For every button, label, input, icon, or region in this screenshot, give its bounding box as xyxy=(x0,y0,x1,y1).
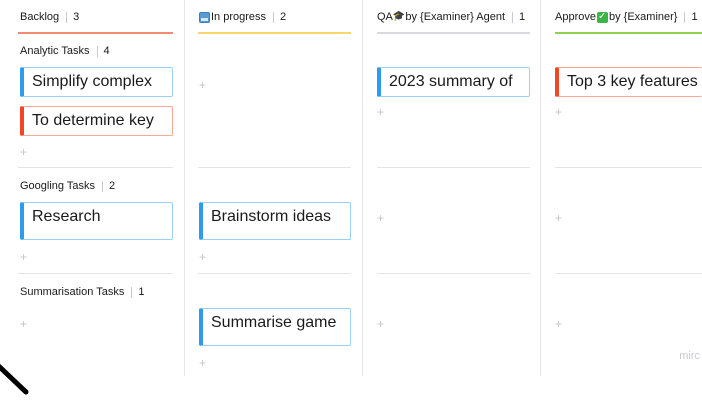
column-title: Approve xyxy=(555,11,596,23)
column-divider xyxy=(362,0,363,376)
swimlane-separator xyxy=(377,167,530,168)
column-header-in-progress[interactable]: In progress 2 xyxy=(198,9,286,25)
swimlane-count: 2 xyxy=(109,180,116,192)
swimlane-separator xyxy=(18,273,173,274)
column-underline xyxy=(377,32,530,34)
divider xyxy=(512,11,514,23)
column-header-approve[interactable]: Approve by {Examiner} 1 xyxy=(555,9,698,25)
inbox-icon xyxy=(199,11,210,23)
column-underline xyxy=(198,32,351,34)
swimlane-separator xyxy=(377,273,530,274)
add-card-plus-icon[interactable]: + xyxy=(199,251,206,263)
swimlane-count: 1 xyxy=(138,286,145,298)
add-card-plus-icon[interactable]: + xyxy=(20,318,27,330)
add-card-plus-icon[interactable]: + xyxy=(199,357,206,369)
column-count: 3 xyxy=(73,11,80,23)
column-divider xyxy=(184,0,185,376)
card-summarise[interactable]: Summarise game xyxy=(199,308,351,346)
graduate-icon: 🎓 xyxy=(392,11,406,22)
card-simplify[interactable]: Simplify complex xyxy=(20,67,173,97)
divider xyxy=(66,11,68,23)
column-count: 1 xyxy=(519,11,526,23)
swimlane-title: Analytic Tasks xyxy=(20,45,90,57)
add-card-plus-icon[interactable]: + xyxy=(377,106,384,118)
add-card-plus-icon[interactable]: + xyxy=(555,318,562,330)
column-divider xyxy=(540,0,541,376)
swimlane-separator xyxy=(18,167,173,168)
divider xyxy=(131,286,133,298)
add-card-plus-icon[interactable]: + xyxy=(199,79,206,91)
add-card-plus-icon[interactable]: + xyxy=(555,106,562,118)
column-title: Backlog xyxy=(20,11,60,23)
column-title-suffix: by {Examiner} Agent xyxy=(405,11,506,23)
swimlane-label-googling[interactable]: Googling Tasks 2 xyxy=(20,179,115,193)
swimlane-separator xyxy=(198,167,351,168)
column-underline xyxy=(555,32,702,34)
swimlane-separator xyxy=(555,167,702,168)
column-count: 1 xyxy=(691,11,698,23)
card-research[interactable]: Research xyxy=(20,202,173,240)
add-card-plus-icon[interactable]: + xyxy=(555,212,562,224)
column-underline xyxy=(18,32,173,34)
swimlane-title: Summarisation Tasks xyxy=(20,286,125,298)
card-brainstorm[interactable]: Brainstorm ideas xyxy=(199,202,351,240)
column-title: In progress xyxy=(211,11,267,23)
divider xyxy=(96,45,98,57)
swimlane-separator xyxy=(198,273,351,274)
kanban-board: Backlog 3 In progress 2 QA 🎓 by {Examine… xyxy=(0,0,702,395)
column-title-suffix: by {Examiner} xyxy=(608,11,678,23)
pen-stroke-icon xyxy=(0,363,29,395)
add-card-plus-icon[interactable]: + xyxy=(20,251,27,263)
check-icon xyxy=(596,10,608,24)
column-count: 2 xyxy=(280,11,287,23)
divider xyxy=(684,11,686,23)
divider xyxy=(273,11,275,23)
add-card-plus-icon[interactable]: + xyxy=(20,146,27,158)
card-top-3-features[interactable]: Top 3 key features xyxy=(555,67,702,97)
swimlane-label-analytic[interactable]: Analytic Tasks 4 xyxy=(20,44,110,58)
card-2023-summary[interactable]: 2023 summary of xyxy=(377,67,530,97)
swimlane-title: Googling Tasks xyxy=(20,180,96,192)
swimlane-count: 4 xyxy=(103,45,110,57)
column-header-qa[interactable]: QA 🎓 by {Examiner} Agent 1 xyxy=(377,9,525,25)
column-header-backlog[interactable]: Backlog 3 xyxy=(20,9,79,25)
column-title: QA xyxy=(377,11,393,23)
swimlane-separator xyxy=(555,273,702,274)
divider xyxy=(102,180,104,192)
add-card-plus-icon[interactable]: + xyxy=(377,212,384,224)
miro-watermark: mirc xyxy=(679,350,700,362)
add-card-plus-icon[interactable]: + xyxy=(377,318,384,330)
swimlane-label-summarisation[interactable]: Summarisation Tasks 1 xyxy=(20,285,144,299)
card-determine[interactable]: To determine key xyxy=(20,106,173,136)
